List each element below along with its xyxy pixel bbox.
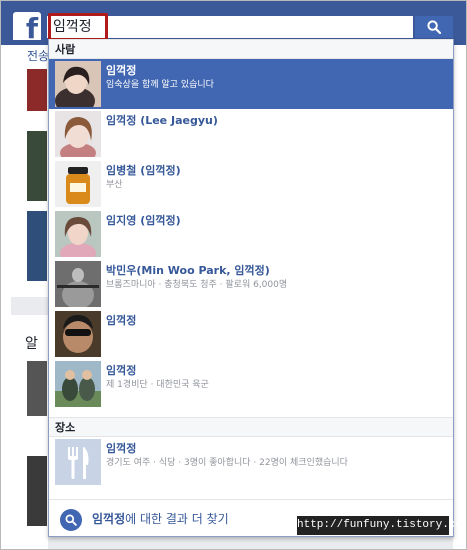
result-name: 박민우(Min Woo Park, 임꺽정) [106,264,270,277]
result-name: 임지영 (임꺽정) [106,214,181,227]
search-results-dropdown: 사람 임꺽정 임숙상을 함께 알고 있습니다 임꺽정 (Lee Jaegyu) … [48,39,454,537]
result-person[interactable]: 임꺽정 임숙상을 함께 알고 있습니다 [49,59,453,109]
avatar [55,161,101,207]
result-subtitle: 경기도 여주 · 식당 · 3명이 좋아합니다 · 22명이 체크인했습니다 [106,458,348,468]
see-more-suffix: 에 대한 결과 더 찾기 [125,512,229,526]
background-text: 알 [25,336,38,352]
avatar [55,61,101,107]
result-subtitle: 부산 [106,180,123,190]
screenshot-frame: f 전송 알 사람 임꺽정 임숙상을 함께 알고 있습니다 [0,0,467,550]
background-thumbnail [27,131,47,201]
background-thumbnail [27,361,47,416]
result-person[interactable]: 박민우(Min Woo Park, 임꺽정) 브롬즈마니아 · 충청북도 청주 … [49,259,453,309]
result-subtitle: 임숙상을 함께 알고 있습니다 [106,80,214,90]
place-thumbnail [55,439,101,485]
result-person[interactable]: 임병철 (임꺽정) 부산 [49,159,453,209]
result-name: 임꺽정 [106,364,137,377]
background-thumbnail [27,456,47,526]
result-name: 임꺽정 [106,442,137,455]
result-name: 임병철 (임꺽정) [106,164,181,177]
search-button[interactable] [414,15,454,39]
magnifier-icon [427,20,441,34]
avatar [55,211,101,257]
result-name: 임꺽정 [106,64,137,77]
avatar [55,311,101,357]
search-input[interactable] [53,16,353,38]
result-subtitle: 제 1경비단 · 대한민국 육군 [106,380,209,390]
result-name: 임꺽정 (Lee Jaegyu) [106,114,218,127]
result-person[interactable]: 임꺽정 제 1경비단 · 대한민국 육군 [49,359,453,409]
fork-knife-icon [68,447,89,479]
background-thumbnail [27,69,47,111]
magnifier-icon [60,509,82,531]
avatar [55,111,101,157]
background-thumbnail [27,211,47,281]
result-person[interactable]: 임지영 (임꺽정) [49,209,453,259]
see-more-query: 임꺽정 [92,512,126,526]
result-place[interactable]: 임꺽정 경기도 여주 · 식당 · 3명이 좋아합니다 · 22명이 체크인했습… [49,437,453,487]
background-tab: 전송 [27,49,50,63]
result-person[interactable]: 임꺽정 (Lee Jaegyu) [49,109,453,159]
result-subtitle: 브롬즈마니아 · 충청북도 청주 · 팔로워 6,000명 [106,280,288,290]
see-more-label: 임꺽정에 대한 결과 더 찾기 [92,511,229,527]
background-page-right [453,45,466,549]
result-person[interactable]: 임꺽정 [49,309,453,359]
watermark: http://funfuny.tistory.com [297,516,466,535]
background-separator [11,297,48,315]
section-header-people: 사람 [49,39,453,59]
section-header-places: 장소 [49,417,453,437]
avatar [55,261,101,307]
result-name: 임꺽정 [106,314,137,327]
search-box[interactable] [46,15,414,39]
avatar [55,361,101,407]
facebook-logo[interactable]: f [13,12,41,40]
